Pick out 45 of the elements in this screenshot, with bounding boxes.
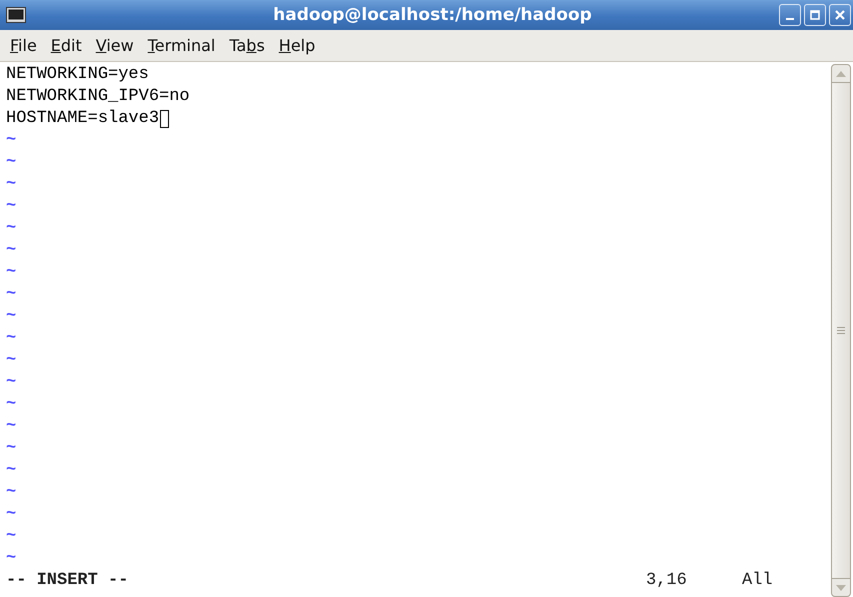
scroll-position: All [742, 570, 773, 592]
text-line: NETWORKING_IPV6=no [6, 86, 190, 108]
menu-item[interactable]: Terminal [144, 33, 220, 58]
empty-line-marker: ~ [6, 394, 16, 416]
down-arrow-icon [836, 584, 846, 590]
empty-line-marker: ~ [6, 350, 16, 372]
empty-line-marker: ~ [6, 372, 16, 394]
mode-indicator: -- INSERT -- [6, 570, 130, 592]
empty-line-marker: ~ [6, 152, 16, 174]
empty-line-marker: ~ [6, 174, 16, 196]
empty-line-marker: ~ [6, 196, 16, 218]
terminal-icon [6, 7, 26, 23]
window-title: hadoop@localhost:/home/hadoop [272, 5, 593, 25]
maximize-button[interactable] [804, 4, 826, 26]
empty-line-marker: ~ [6, 306, 16, 328]
menu-item[interactable]: File [6, 33, 41, 58]
empty-line-marker: ~ [6, 460, 16, 482]
empty-line-marker: ~ [6, 416, 16, 438]
empty-line-marker: ~ [6, 284, 16, 306]
empty-line-marker: ~ [6, 328, 16, 350]
menu-item[interactable]: Edit [46, 33, 86, 58]
up-arrow-icon [836, 70, 846, 76]
close-button[interactable] [829, 4, 851, 26]
empty-line-marker: ~ [6, 130, 16, 152]
empty-line-marker: ~ [6, 240, 16, 262]
empty-line-marker: ~ [6, 526, 16, 548]
empty-line-marker: ~ [6, 218, 16, 240]
grip-icon [837, 327, 845, 334]
maximize-icon [809, 9, 821, 21]
scrollbar[interactable] [831, 64, 851, 597]
empty-line-marker: ~ [6, 482, 16, 504]
minimize-button[interactable] [779, 4, 801, 26]
menu-item[interactable]: Tabs [225, 33, 269, 58]
menu-item[interactable]: View [92, 33, 138, 58]
empty-line-marker: ~ [6, 438, 16, 460]
empty-line-marker: ~ [6, 548, 16, 570]
text-line: NETWORKING=yes [6, 64, 149, 86]
empty-line-marker: ~ [6, 504, 16, 526]
scroll-thumb[interactable] [832, 82, 850, 579]
empty-line-marker: ~ [6, 262, 16, 284]
text-line: HOSTNAME=slave3 [6, 108, 160, 130]
minimize-icon [786, 18, 794, 20]
menu-item[interactable]: Help [274, 33, 320, 58]
close-icon [834, 9, 846, 21]
cursor-position: 3,16 [646, 570, 688, 592]
